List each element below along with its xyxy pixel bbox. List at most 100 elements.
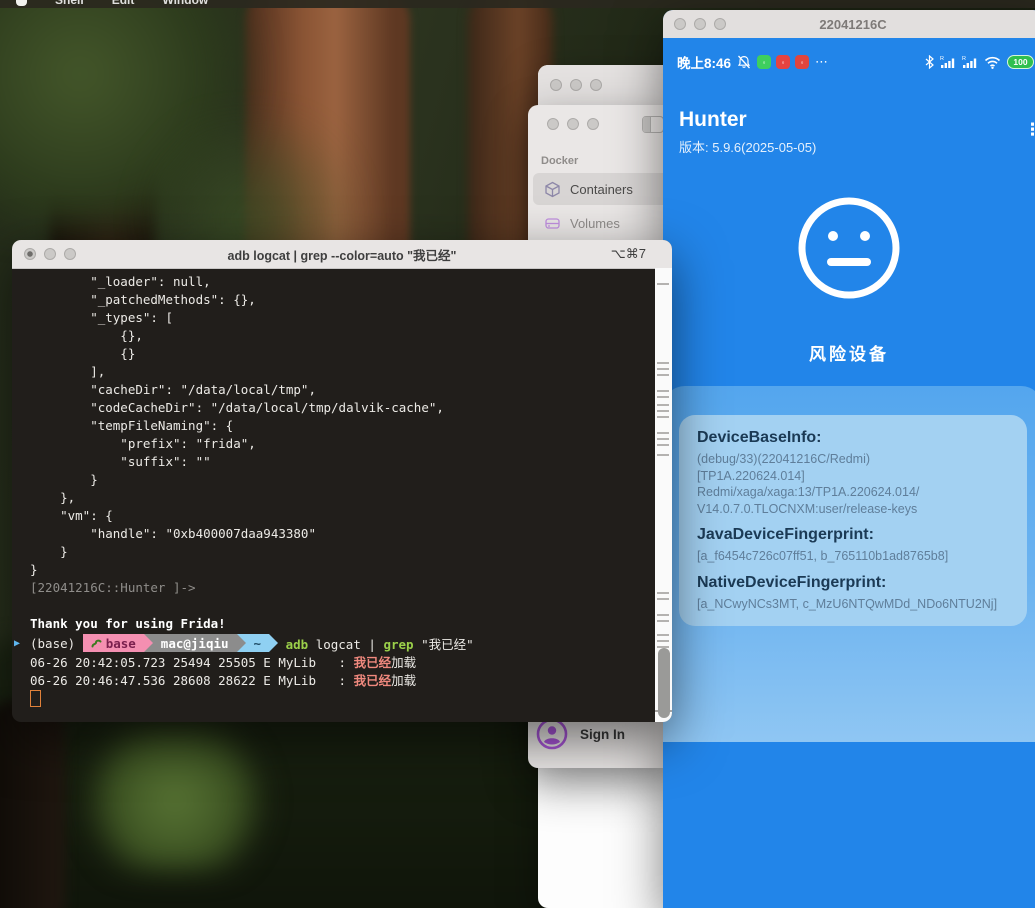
terminal-window[interactable]: adb logcat | grep --color=auto "我已经" ⌥⌘7… — [12, 240, 672, 722]
traffic-lights[interactable] — [550, 79, 602, 91]
battery-indicator: 100 — [1007, 55, 1034, 69]
risk-status-label: 风险设备 — [663, 340, 1035, 365]
menubar-item-edit[interactable]: Edit — [112, 0, 135, 7]
terminal-output-line: "tempFileNaming": { — [30, 418, 655, 436]
red-app2-icon: ◦ — [795, 55, 809, 69]
terminal-output-line: "codeCacheDir": "/data/local/tmp/dalvik-… — [30, 400, 655, 418]
traffic-lights[interactable] — [547, 118, 599, 130]
terminal-shortcut: ⌥⌘7 — [611, 246, 646, 262]
android-titlebar: 22041216C — [663, 10, 1035, 38]
svg-text:R: R — [940, 56, 944, 62]
traffic-lights[interactable] — [24, 248, 76, 260]
android-mirror-window[interactable]: 22041216C 晚上8:46 ◦◦◦ ⋯ — [663, 10, 1035, 908]
scrollbar-mark — [657, 410, 669, 412]
scrollbar-mark — [657, 404, 669, 406]
scrollbar-mark — [657, 390, 669, 392]
card-section-line: [a_f6454c726c07ff51, b_765110b1ad8765b8] — [697, 548, 1009, 565]
scrollbar-mark — [657, 620, 669, 622]
app-version: 版本: 5.9.6(2025-05-05) — [679, 137, 816, 156]
menubar-item-window[interactable]: Window — [162, 0, 208, 7]
card-section-line: Redmi/xaga/xaga:13/TP1A.220624.014/ — [697, 484, 1009, 501]
sidebar-item-volumes[interactable]: Volumes — [533, 207, 673, 239]
signal-sim2-icon: R — [962, 55, 978, 69]
window-title: 22041216C — [663, 17, 1035, 32]
containers-cube-icon — [544, 181, 561, 198]
status-time: 晚上8:46 — [677, 52, 731, 72]
android-statusbar: 晚上8:46 ◦◦◦ ⋯ R — [663, 50, 1035, 74]
avatar-icon — [536, 718, 568, 750]
card-section-line: V14.0.7.0.TLOCNXM:user/release-keys — [697, 501, 1009, 518]
terminal-output-line: "prefix": "frida", — [30, 436, 655, 454]
scrollbar-mark — [657, 362, 669, 364]
terminal-output-line — [30, 598, 655, 616]
docker-sidebar: Containers Volumes — [528, 173, 678, 239]
terminal-output-line: }, — [30, 490, 655, 508]
terminal-output-line: "_types": [ — [30, 310, 655, 328]
sidebar-item-label: Volumes — [570, 216, 620, 231]
host-segment: mac@jiqiu — [153, 634, 237, 652]
terminal-output-line: "suffix": "" — [30, 454, 655, 472]
desktop: ShellEditWindow Docker Containers Volume… — [0, 0, 1035, 908]
terminal-output-line: [22041216C::Hunter ]-> — [30, 580, 655, 598]
bell-slash-icon — [737, 55, 751, 69]
scrollbar-mark — [657, 640, 669, 642]
android-screen[interactable]: 晚上8:46 ◦◦◦ ⋯ R — [663, 38, 1035, 908]
scrollbar-mark — [657, 416, 669, 418]
card-section-line: [a_NCwyNCs3MT, c_MzU6NTQwMDd_NDo6NTU2Nj] — [697, 596, 1009, 613]
terminal-titlebar: adb logcat | grep --color=auto "我已经" ⌥⌘7 — [12, 240, 672, 269]
snake-icon — [91, 638, 102, 649]
content-sheet: DeviceBaseInfo:(debug/33)(22041216C/Redm… — [663, 386, 1035, 742]
logcat-line: 06-26 20:46:47.536 28608 28622 E MyLib :… — [30, 670, 655, 688]
terminal-output-line: ], — [30, 364, 655, 382]
sidebar-item-label: Containers — [570, 182, 633, 197]
terminal-output-line: "handle": "0xb400007daa943380" — [30, 526, 655, 544]
wifi-icon — [984, 56, 1001, 69]
card-section-title: DeviceBaseInfo: — [697, 429, 1009, 447]
scrollbar-mark — [657, 283, 669, 285]
conda-prefix: (base) — [30, 636, 83, 651]
scrollbar-mark — [657, 592, 669, 594]
scrollbar-mark — [657, 432, 669, 434]
terminal-output-line: "_patchedMethods": {}, — [30, 292, 655, 310]
svg-text:R: R — [962, 56, 966, 62]
terminal-body[interactable]: "_loader": null, "_patchedMethods": {}, … — [12, 268, 655, 722]
scrollbar-mark — [657, 444, 669, 446]
scrollbar-mark — [657, 634, 669, 636]
terminal-title: adb logcat | grep --color=auto "我已经" — [92, 245, 592, 264]
terminal-output-line: "cacheDir": "/data/local/tmp", — [30, 382, 655, 400]
sidebar-item-containers[interactable]: Containers — [533, 173, 673, 205]
terminal-output-line: Thank you for using Frida! — [30, 616, 655, 634]
scrollbar-mark — [657, 368, 669, 370]
prompt-leader-arrow: ▶ — [14, 638, 20, 649]
menubar-item-shell[interactable]: Shell — [55, 0, 84, 7]
terminal-output-line: {} — [30, 346, 655, 364]
scrollbar-thumb[interactable] — [658, 648, 670, 718]
scrollbar-mark — [657, 454, 669, 456]
scrollbar-mark — [657, 614, 669, 616]
kebab-menu-icon[interactable]: ⋮ — [1024, 120, 1035, 140]
chat-app-icon: ◦ — [757, 55, 771, 69]
overflow-dots: ⋯ — [815, 54, 829, 70]
scrollbar-mark — [657, 374, 669, 376]
device-info-card[interactable]: DeviceBaseInfo:(debug/33)(22041216C/Redm… — [679, 415, 1027, 626]
macos-menubar[interactable]: Shell Edit Window — [0, 0, 1035, 8]
app-title: Hunter — [679, 108, 747, 132]
terminal-output-line: "_loader": null, — [30, 274, 655, 292]
terminal-scrollbar[interactable] — [655, 268, 672, 722]
card-section-title: NativeDeviceFingerprint: — [697, 574, 1009, 592]
volumes-drive-icon — [544, 215, 561, 232]
cwd-segment: ~ — [246, 634, 270, 652]
sign-in-label: Sign In — [580, 727, 625, 742]
docker-titlebar — [528, 105, 678, 143]
signal-sim1-icon: R — [940, 55, 956, 69]
card-section-title: JavaDeviceFingerprint: — [697, 526, 1009, 544]
scrollbar-mark — [657, 396, 669, 398]
scrollbar-mark — [657, 438, 669, 440]
venv-segment: base — [83, 634, 144, 652]
terminal-cursor — [30, 690, 41, 707]
apple-logo-icon[interactable] — [16, 0, 27, 6]
card-section-line: [TP1A.220624.014] — [697, 468, 1009, 485]
sidebar-toggle-icon[interactable] — [642, 116, 664, 133]
docker-sign-in[interactable]: Sign In — [536, 718, 625, 750]
terminal-output-line: {}, — [30, 328, 655, 346]
